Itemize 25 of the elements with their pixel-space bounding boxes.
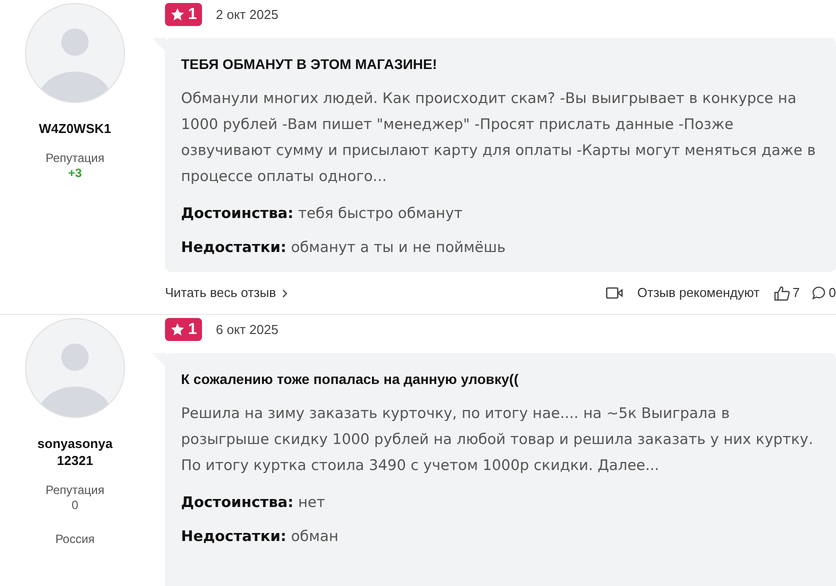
video-camera-icon: [606, 287, 624, 299]
review-date: 6 окт 2025: [216, 320, 278, 339]
pros-text: Достоинства: тебя быстро обманут: [181, 204, 464, 224]
reputation-value: 0: [72, 498, 78, 512]
like-button[interactable]: 7: [774, 283, 800, 303]
pros-text: Достоинства: нет: [181, 493, 326, 513]
username-link[interactable]: sonyasonya12321: [35, 435, 115, 469]
reputation-value: +3: [68, 166, 82, 180]
review-title: ТЕБЯ ОБМАНУТ В ЭТОМ МАГАЗИНЕ!: [181, 55, 438, 74]
cons-text: Недостатки: обманут а ты и не поймёшь: [181, 238, 507, 258]
read-more-link[interactable]: Читать весь отзыв: [165, 283, 288, 303]
review-text: Решила на зиму заказать курточку, по итогу нае.... на ~5к Выиграла в розыгрыше скидку 1000 рублей на любой товар и решила заказать у них куртку. По итогу куртка стоила 3490 с учетом 1000р скидки. Далее...: [181, 404, 814, 476]
cons-text: Недостатки: обман: [181, 527, 340, 547]
comments-button[interactable]: 0: [812, 283, 836, 303]
country-label: Россия: [55, 531, 95, 548]
review-date: 2 окт 2025: [216, 6, 278, 24]
username-link[interactable]: W4Z0WSK1: [35, 120, 115, 137]
review-title: К сожалению тоже попалась на данную уловку((: [181, 370, 520, 389]
chevron-right-icon: [282, 288, 288, 298]
rating-badge: 1: [165, 3, 202, 26]
review-text: Обманули многих людей. Как происходит скам? -Вы выигрывает в конкурсе на 1000 рублей -Вам пишет "менеджер" -Просят прислать данные -Позже озвучивают сумму и присылают карту для оплаты -Карты могут меняться даже в процессе оплаты одного...: [181, 89, 816, 187]
reputation-label: Репутация: [46, 151, 104, 166]
recommend-label: Отзыв рекомендуют: [637, 284, 760, 302]
reputation-label: Репутация: [46, 483, 104, 498]
rating-badge: 1: [165, 318, 202, 341]
